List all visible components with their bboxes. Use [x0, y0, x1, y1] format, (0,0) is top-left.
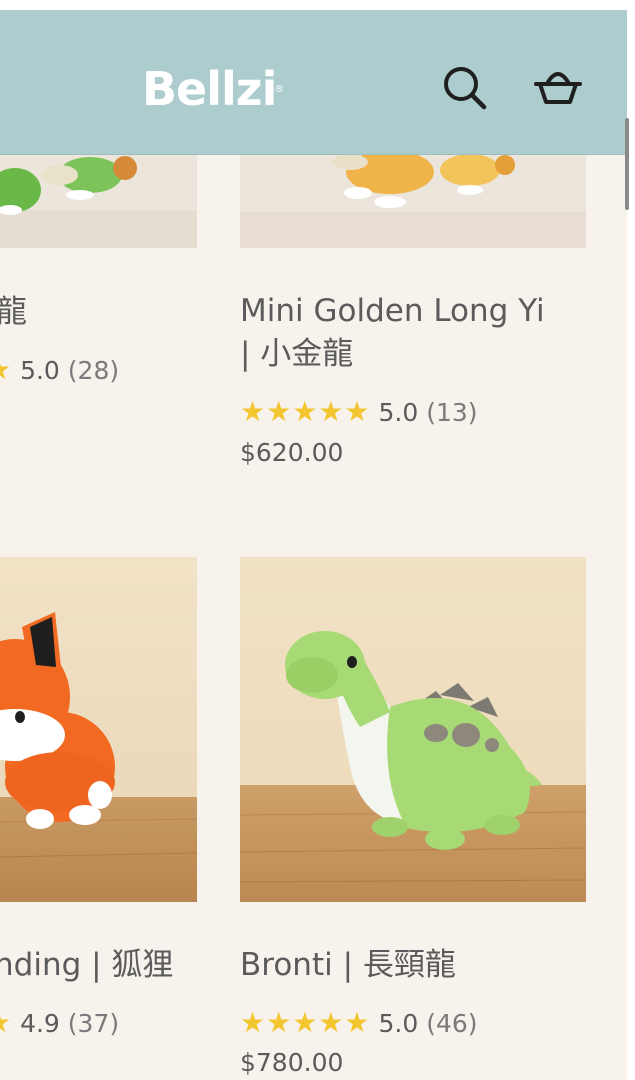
status-strip — [0, 0, 635, 10]
product-image[interactable] — [240, 150, 586, 248]
review-count: (28) — [67, 356, 120, 385]
rating-value: 5.0 — [378, 398, 419, 427]
search-button[interactable] — [438, 62, 490, 114]
product-title-subline[interactable]: | 小金龍 — [240, 331, 353, 377]
review-count: (13) — [426, 398, 478, 427]
product-rating: ★★★★★ 5.0 (13) — [240, 395, 478, 430]
product-rating: ★ 4.9 (37) — [0, 1006, 119, 1041]
star-rating-icon: ★ — [0, 1006, 12, 1039]
product-title[interactable]: nding | 狐狸 — [0, 942, 173, 988]
basket-icon — [534, 72, 582, 104]
product-title[interactable]: Mini Golden Long Yi — [240, 288, 545, 334]
product-rating: ★★★★★ 5.0 (46) — [240, 1006, 478, 1041]
star-rating-icon: ★★★★★ — [240, 1006, 371, 1039]
scrollbar-thumb[interactable] — [625, 118, 629, 210]
logo-text: Bellzi — [142, 62, 277, 116]
review-count: (46) — [426, 1009, 478, 1038]
product-title[interactable]: 龍 — [0, 289, 27, 335]
product-image[interactable] — [240, 557, 586, 902]
site-header: Bellzi® — [0, 10, 627, 155]
star-rating-icon: ★ — [0, 353, 12, 386]
cart-button[interactable] — [532, 62, 584, 114]
search-icon — [444, 67, 487, 110]
rating-value: 5.0 — [378, 1009, 419, 1038]
rating-value: 4.9 — [20, 1009, 60, 1038]
product-rating: ★ 5.0 (28) — [0, 353, 119, 388]
star-rating-icon: ★★★★★ — [240, 395, 371, 428]
product-image[interactable] — [0, 150, 197, 248]
product-title[interactable]: Bronti | 長頸龍 — [240, 942, 456, 988]
registered-mark: ® — [274, 84, 284, 95]
product-price: $780.00 — [240, 1048, 344, 1077]
product-price: $620.00 — [240, 438, 344, 467]
bellzi-logo[interactable]: Bellzi® — [142, 52, 302, 127]
rating-value: 5.0 — [20, 356, 60, 385]
product-image[interactable] — [0, 557, 197, 902]
review-count: (37) — [67, 1009, 120, 1038]
